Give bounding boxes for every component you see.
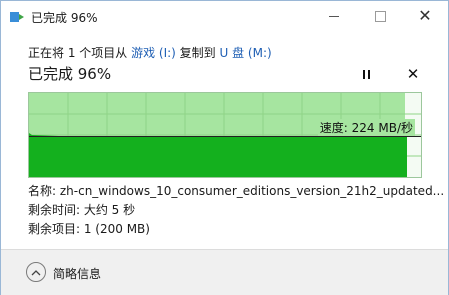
less-details-label[interactable]: 简略信息	[53, 265, 101, 282]
current-speed-line	[29, 136, 421, 137]
cancel-button[interactable]: ✕	[405, 65, 421, 83]
items-remaining: 剩余项目: 1 (200 MB)	[28, 222, 150, 236]
pause-button[interactable]	[358, 65, 374, 83]
progress-title: 已完成 96%	[28, 65, 112, 83]
maximize-button[interactable]	[357, 1, 403, 31]
copy-description: 正在将 1 个项目从 游戏 (I:) 复制到 U 盘 (M:)	[28, 44, 272, 61]
destination-link[interactable]: U 盘 (M:)	[220, 46, 272, 60]
copy-progress-dialog: 已完成 96% ✕ 正在将 1 个项目从 游戏 (I:) 复制到 U 盘 (M:…	[0, 0, 449, 295]
title-bar[interactable]: 已完成 96% ✕	[1, 1, 448, 33]
minimize-icon	[329, 15, 339, 17]
maximize-icon	[374, 10, 386, 22]
close-button[interactable]: ✕	[402, 1, 448, 31]
minimize-button[interactable]	[311, 1, 357, 31]
pause-icon	[362, 69, 370, 79]
speed-label: 速度: 224 MB/秒	[317, 119, 415, 136]
source-link[interactable]: 游戏 (I:)	[131, 46, 176, 60]
file-copy-icon	[10, 12, 24, 22]
close-icon: ✕	[418, 6, 432, 25]
transfer-speed-graph: 速度: 224 MB/秒	[28, 92, 422, 178]
time-remaining: 剩余时间: 大约 5 秒	[28, 203, 136, 217]
footer: 简略信息	[1, 249, 448, 295]
cancel-icon: ✕	[406, 65, 420, 83]
chevron-up-icon	[31, 269, 41, 275]
file-name: 名称: zh-cn_windows_10_consumer_editions_v…	[28, 184, 445, 198]
less-details-button[interactable]	[26, 262, 46, 282]
copy-middle: 复制到	[175, 46, 220, 60]
window-title: 已完成 96%	[31, 11, 98, 25]
copy-prefix: 正在将 1 个项目从	[28, 46, 132, 60]
